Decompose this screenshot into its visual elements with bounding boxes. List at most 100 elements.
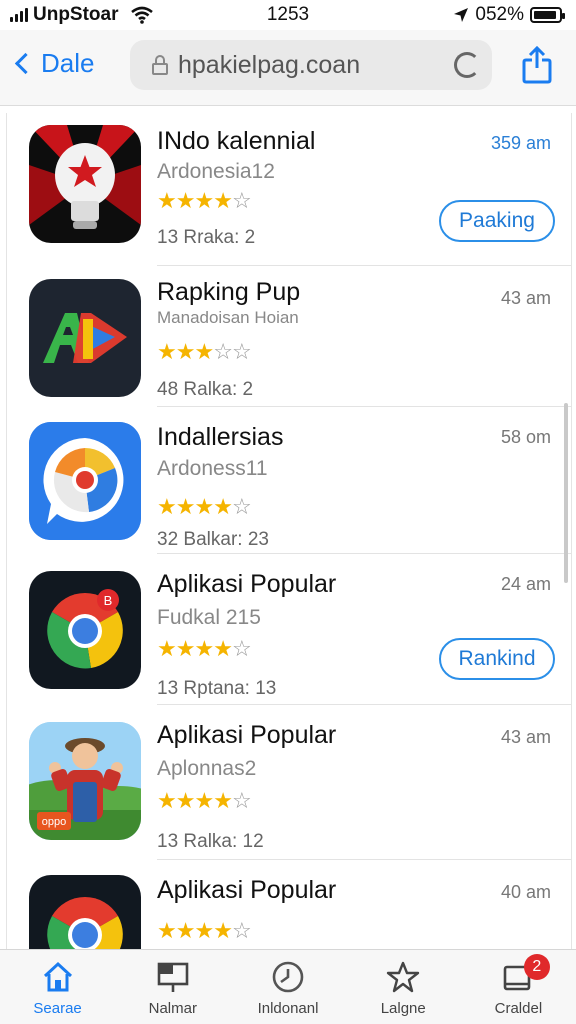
ranking-button[interactable]: Rankind [439,638,555,680]
star-rating: ★★★★☆ [157,636,252,662]
tab-search[interactable]: Searae [0,950,115,1024]
battery-icon [530,7,565,23]
home-icon [43,961,72,992]
scrollbar[interactable] [564,403,568,583]
tab-nalmar[interactable]: Nalmar [115,950,230,1024]
app-time: 24 am [500,574,551,594]
app-title: INdo kalennial [157,127,316,155]
list-item[interactable]: Indallersias Ardoness11 ★★★★☆ 32 Balkar:… [7,407,571,554]
billboard-icon [157,962,189,992]
star-icon: ★ [194,918,214,943]
star-icon: ★ [175,188,196,213]
tab-label: Nalmar [148,1000,197,1017]
ranking-button[interactable]: Paaking [439,200,555,242]
clock-icon [272,961,304,993]
app-meta: 13 Rptana: 13 [157,678,277,699]
list-item[interactable]: B Aplikasi Popular Fudkal 215 ★★★★☆ 13 R… [7,554,571,705]
star-icon: ★ [157,188,177,213]
notification-badge: B [97,589,119,611]
app-title: Indallersias [157,423,284,451]
star-icon: ★ [157,636,177,661]
list-item[interactable]: INdo kalennial Ardonesia12 ★★★★☆ 13 Rrak… [7,113,571,266]
chevron-left-icon [14,52,37,75]
notification-badge: 2 [523,954,550,980]
status-bar: UnpStoar 1253 052% [0,0,576,30]
app-meta: 32 Balkar: 23 [157,529,269,550]
star-icon: ★ [175,494,196,519]
signal-icon [10,8,28,22]
star-icon: ★ [213,788,233,813]
star-rating: ★★★☆☆ [157,339,252,365]
reload-icon[interactable] [454,52,480,78]
app-meta: 48 Ralka: 2 [157,379,254,400]
list-item[interactable]: oppo Aplikasi Popular Aplonnas2 ★★★★☆ 13… [7,705,571,860]
ab-logo-app-icon[interactable] [29,279,141,397]
star-icon: ★ [157,494,177,519]
star-rating: ★★★★☆ [157,494,252,520]
app-title: Aplikasi Popular [157,570,337,598]
star-icon: ☆ [231,188,252,213]
app-subtitle: Ardonesia12 [157,160,275,183]
back-button[interactable]: Dale [12,48,94,79]
app-time: 40 am [500,882,551,902]
star-icon: ☆ [231,339,252,364]
app-subtitle: Manadoisan Hoian [157,308,299,327]
tab-label: Inldonanl [257,1000,319,1017]
tab-bar: Searae Nalmar Inldonanl Lalgne 2 Craldel [0,949,576,1024]
star-icon: ★ [175,636,196,661]
tab-lalgne[interactable]: Lalgne [346,950,461,1024]
star-icon: ★ [175,918,196,943]
star-icon: ★ [194,494,214,519]
app-meta: 13 Ralka: 12 [157,831,264,852]
star-icon: ☆ [231,788,252,813]
chat-bubble-app-icon[interactable] [29,422,141,540]
tab-craldel[interactable]: 2 Craldel [461,950,576,1024]
lightbulb-star-app-icon[interactable] [29,125,141,243]
battery-percent: 052% [475,4,524,25]
tab-label: Lalgne [380,1000,426,1017]
star-icon: ★ [157,339,177,364]
lock-icon [152,55,168,75]
tab-inldonanl[interactable]: Inldonanl [230,950,345,1024]
status-time: 1253 [266,4,310,25]
url-text: hpakielpag.coan [178,50,361,79]
share-icon[interactable] [522,46,552,84]
chrome-app-icon[interactable] [29,875,141,949]
star-icon: ★ [194,188,214,213]
app-subtitle: Ardoness11 [157,457,268,480]
star-rating: ★★★★☆ [157,788,252,814]
app-time: 43 am [500,727,551,747]
star-rating: ★★★★☆ [157,188,252,214]
list-item[interactable]: Aplikasi Popular ★★★★☆ 40 am [7,860,571,949]
star-icon: ★ [194,788,214,813]
app-title: Aplikasi Popular [157,721,337,749]
app-title: Rapking Pup [157,278,301,306]
star-icon: ★ [157,918,177,943]
star-icon: ★ [175,788,196,813]
address-bar[interactable]: hpakielpag.coan [130,40,492,90]
app-time: 43 am [500,288,551,308]
app-time: 58 om [500,427,551,447]
star-icon: ☆ [231,636,252,661]
star-icon: ★ [157,788,177,813]
star-icon [387,961,420,993]
app-subtitle: Fudkal 215 [157,606,261,629]
app-icon-label: oppo [42,816,66,828]
browser-nav-bar: Dale hpakielpag.coan [0,30,576,106]
star-icon: ★ [175,339,196,364]
wifi-icon [130,6,153,24]
star-rating: ★★★★☆ [157,918,252,944]
app-subtitle: Aplonnas2 [157,757,257,780]
app-meta: 13 Rraka: 2 [157,227,256,248]
list-item[interactable]: Rapking Pup Manadoisan Hoian ★★★☆☆ 48 Ra… [7,266,571,407]
chrome-app-icon[interactable]: B [29,571,141,689]
tab-label: Searae [33,1000,82,1017]
farmer-character-app-icon[interactable]: oppo [29,722,141,840]
carrier-name: UnpStoar [33,4,119,25]
app-title: Aplikasi Popular [157,876,337,904]
star-icon: ★ [213,494,233,519]
star-icon: ★ [213,636,233,661]
star-icon: ☆ [231,494,252,519]
star-icon: ★ [213,918,233,943]
back-label: Dale [41,48,95,78]
